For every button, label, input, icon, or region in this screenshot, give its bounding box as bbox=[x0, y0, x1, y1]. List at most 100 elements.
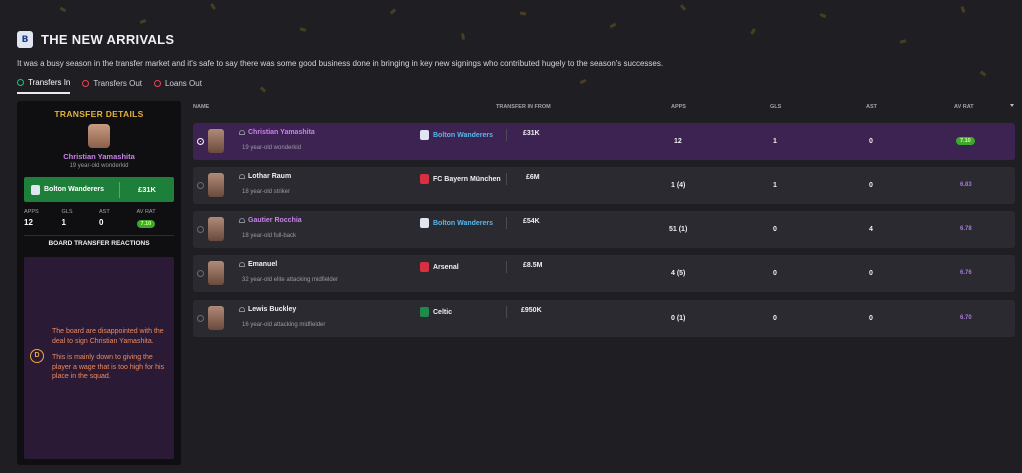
player-avatar bbox=[208, 306, 224, 330]
stat-gls: 1 bbox=[61, 218, 66, 227]
apps-value: 12 bbox=[674, 138, 682, 145]
stat-ast: 0 bbox=[99, 218, 104, 227]
transfer-fee: £8.5M bbox=[523, 262, 543, 269]
player-name[interactable]: Christian Yamashita bbox=[239, 129, 315, 136]
table-row[interactable]: Gautier Rocchia 18 year-old full-back Bo… bbox=[193, 211, 1015, 248]
table-row[interactable]: Emanuel 32 year-old elite attacking midf… bbox=[193, 255, 1015, 292]
player-avatar bbox=[208, 129, 224, 153]
club-crest-icon bbox=[420, 262, 429, 272]
player-name[interactable]: Emanuel bbox=[239, 261, 277, 268]
select-radio[interactable] bbox=[197, 270, 204, 277]
player-name[interactable]: Lothar Raum bbox=[239, 173, 291, 180]
col-apps[interactable]: APPS bbox=[671, 104, 686, 110]
rating-badge: 7.10 bbox=[956, 137, 975, 145]
col-gls[interactable]: GLS bbox=[770, 104, 781, 110]
nationality-icon bbox=[239, 218, 245, 223]
table-row[interactable]: Christian Yamashita 19 year-old wonderki… bbox=[193, 123, 1015, 160]
tab-transfers-in[interactable]: Transfers In bbox=[17, 78, 71, 94]
col-from[interactable]: TRANSFER IN FROM bbox=[496, 104, 551, 110]
rating-badge: 7.10 bbox=[136, 220, 156, 228]
from-club[interactable]: FC Bayern München bbox=[420, 174, 501, 184]
player-description: 19 year-old wonderkid bbox=[242, 145, 302, 151]
player-name[interactable]: Gautier Rocchia bbox=[239, 217, 302, 224]
player-description: 18 year-old full-back bbox=[242, 233, 297, 239]
club-crest-icon: B bbox=[17, 31, 33, 48]
reaction-line: The board are disappointed with the deal… bbox=[52, 328, 164, 345]
goals-value: 0 bbox=[773, 270, 777, 277]
player-avatar bbox=[208, 217, 224, 241]
separator bbox=[506, 306, 507, 318]
separator bbox=[506, 261, 507, 273]
from-club[interactable]: Bolton Wanderers bbox=[420, 130, 493, 140]
player-avatar bbox=[208, 261, 224, 285]
assists-value: 0 bbox=[869, 315, 873, 322]
rating-value: 6.78 bbox=[960, 226, 972, 232]
select-radio[interactable] bbox=[197, 182, 204, 189]
separator bbox=[506, 173, 507, 185]
rating-value: 6.76 bbox=[960, 270, 972, 276]
table-row[interactable]: Lothar Raum 18 year-old striker FC Bayer… bbox=[193, 167, 1015, 204]
transfer-strip: Bolton Wanderers £31K bbox=[24, 177, 174, 202]
stat-label-gls: GLS bbox=[61, 209, 73, 215]
goals-value: 0 bbox=[773, 315, 777, 322]
col-ast[interactable]: AST bbox=[866, 104, 877, 110]
from-club[interactable]: Celtic bbox=[420, 307, 452, 317]
assists-value: 0 bbox=[869, 182, 873, 189]
transfer-fee: £54K bbox=[523, 218, 540, 225]
reaction-text: The board are disappointed with the deal… bbox=[52, 327, 170, 389]
club-crest-icon bbox=[420, 130, 429, 140]
tab-label: Loans Out bbox=[165, 79, 202, 88]
assists-value: 4 bbox=[869, 226, 873, 233]
assists-value: 0 bbox=[869, 270, 873, 277]
stat-label-avrat: AV RAT bbox=[136, 209, 156, 215]
player-description: 16 year-old attacking midfielder bbox=[242, 322, 326, 328]
col-name[interactable]: NAME bbox=[193, 104, 209, 110]
stat-label-ast: AST bbox=[99, 209, 110, 215]
nationality-icon bbox=[239, 130, 245, 135]
player-name[interactable]: Lewis Buckley bbox=[239, 306, 296, 313]
club-crest-icon bbox=[420, 174, 429, 184]
tab-label: Transfers In bbox=[28, 78, 71, 87]
select-radio[interactable] bbox=[197, 226, 204, 233]
panel-title: TRANSFER DETAILS bbox=[54, 109, 144, 119]
separator bbox=[506, 217, 507, 229]
stat-label-apps: APPS bbox=[24, 209, 39, 215]
transfer-fee: £31K bbox=[523, 130, 540, 137]
header: B THE NEW ARRIVALS bbox=[17, 31, 174, 48]
from-club[interactable]: Bolton Wanderers bbox=[420, 218, 493, 228]
player-name[interactable]: Christian Yamashita bbox=[17, 152, 181, 161]
apps-value: 51 (1) bbox=[669, 226, 688, 233]
stat-apps: 12 bbox=[24, 218, 33, 227]
col-avrat[interactable]: AV RAT bbox=[954, 104, 974, 110]
nationality-icon bbox=[239, 307, 245, 312]
select-radio[interactable] bbox=[197, 138, 204, 145]
transfer-fee: £950K bbox=[521, 307, 542, 314]
separator bbox=[506, 129, 507, 141]
table-row[interactable]: Lewis Buckley 16 year-old attacking midf… bbox=[193, 300, 1015, 337]
sort-arrow-icon[interactable] bbox=[1010, 104, 1014, 107]
tab-loans-out[interactable]: Loans Out bbox=[154, 78, 202, 94]
goals-value: 1 bbox=[773, 182, 777, 189]
from-club[interactable]: Arsenal bbox=[420, 262, 459, 272]
grade-badge: D bbox=[30, 349, 44, 363]
transfer-out-icon bbox=[82, 80, 90, 87]
table-header: NAME TRANSFER IN FROM APPS GLS AST AV RA… bbox=[193, 104, 1015, 114]
transfer-in-icon bbox=[17, 79, 24, 86]
player-avatar bbox=[88, 124, 110, 148]
tab-transfers-out[interactable]: Transfers Out bbox=[82, 78, 142, 94]
club-crest-icon bbox=[420, 218, 429, 228]
tab-bar: Transfers In Transfers Out Loans Out bbox=[17, 78, 202, 94]
page-title: THE NEW ARRIVALS bbox=[41, 32, 175, 47]
reaction-line: This is mainly down to giving the player… bbox=[52, 354, 165, 380]
intro-text: It was a busy season in the transfer mar… bbox=[17, 59, 664, 68]
player-stats: APPS 12 GLS 1 AST 0 AV RAT 7.10 bbox=[24, 209, 174, 228]
select-radio[interactable] bbox=[197, 315, 204, 322]
loan-out-icon bbox=[154, 80, 161, 87]
player-description: 19 year-old wonderkid bbox=[69, 163, 129, 169]
apps-value: 4 (5) bbox=[671, 270, 686, 277]
player-description: 32 year-old elite attacking midfielder bbox=[242, 277, 339, 283]
from-club[interactable]: Bolton Wanderers bbox=[24, 181, 120, 198]
nationality-icon bbox=[239, 174, 245, 179]
reactions-title: BOARD TRANSFER REACTIONS bbox=[48, 240, 150, 247]
from-club-name: Bolton Wanderers bbox=[44, 186, 105, 193]
